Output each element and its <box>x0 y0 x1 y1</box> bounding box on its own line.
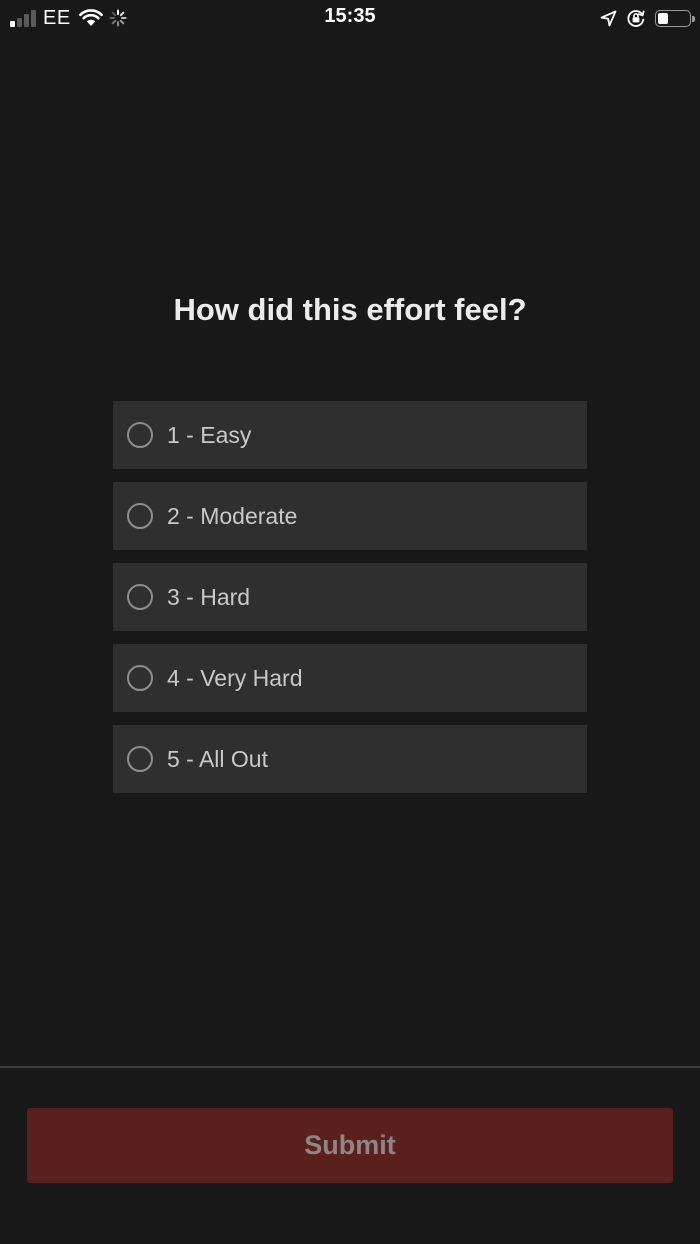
option-label: 1 - Easy <box>167 421 252 448</box>
question-title: How did this effort feel? <box>173 292 527 327</box>
status-right <box>600 6 695 30</box>
option-all-out[interactable]: 5 - All Out <box>113 725 587 793</box>
location-arrow-icon <box>600 10 617 26</box>
battery-icon <box>655 9 695 27</box>
option-moderate[interactable]: 2 - Moderate <box>113 482 587 550</box>
radio-button-icon[interactable] <box>127 584 153 610</box>
radio-button-icon[interactable] <box>127 503 153 529</box>
radio-button-icon[interactable] <box>127 422 153 448</box>
option-label: 2 - Moderate <box>167 502 298 529</box>
orientation-lock-icon <box>627 10 645 27</box>
radio-button-icon[interactable] <box>127 746 153 772</box>
submit-button[interactable]: Submit <box>27 1108 673 1183</box>
option-label: 5 - All Out <box>167 745 268 772</box>
effort-options-list: 1 - Easy 2 - Moderate 3 - Hard 4 - Very … <box>113 401 587 806</box>
option-very-hard[interactable]: 4 - Very Hard <box>113 644 587 712</box>
status-bar: EE 15:35 <box>0 0 700 36</box>
option-easy[interactable]: 1 - Easy <box>113 401 587 469</box>
footer-divider <box>0 1066 700 1068</box>
battery-cap <box>692 15 695 22</box>
radio-button-icon[interactable] <box>127 665 153 691</box>
option-label: 3 - Hard <box>167 583 251 610</box>
option-label: 4 - Very Hard <box>167 664 303 691</box>
status-clock: 15:35 <box>324 5 376 27</box>
option-hard[interactable]: 3 - Hard <box>113 563 587 631</box>
battery-level-fill <box>658 12 668 24</box>
